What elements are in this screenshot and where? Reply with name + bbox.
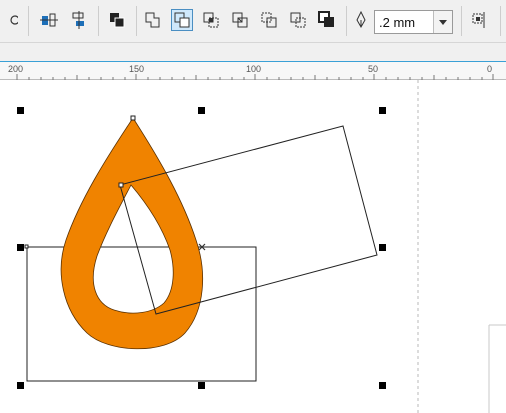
back-minus-front-icon[interactable] <box>287 9 309 31</box>
outline-width-value[interactable]: .2 mm <box>379 15 415 30</box>
drawing-canvas[interactable] <box>0 80 506 413</box>
to-back-icon[interactable] <box>106 9 128 31</box>
orange-droplet-shape[interactable] <box>60 117 204 350</box>
node-handle[interactable] <box>130 115 136 121</box>
selection-handle-bottom-left[interactable] <box>17 382 24 389</box>
ruler-label: 200 <box>8 64 24 74</box>
selection-handle-top[interactable] <box>198 107 205 114</box>
ruler-label: 100 <box>246 64 262 74</box>
selection-handle-left[interactable] <box>17 244 24 251</box>
align-distribute-icon[interactable] <box>469 9 491 31</box>
outline-width-combobox[interactable]: .2 mm <box>374 10 453 34</box>
selection-handle-bottom-right[interactable] <box>379 382 386 389</box>
horizontal-ruler[interactable]: 200 150 100 50 0 <box>0 61 506 80</box>
toolbar-separator <box>28 6 29 36</box>
selection-handle-top-left[interactable] <box>17 107 24 114</box>
ruler-label: 150 <box>129 64 145 74</box>
ellipse-tool-icon[interactable] <box>4 9 18 31</box>
toolbar-separator <box>136 6 137 36</box>
align-icon[interactable] <box>38 9 60 31</box>
boundary-icon[interactable] <box>316 9 338 31</box>
selection-handle-right[interactable] <box>379 244 386 251</box>
weld-icon[interactable] <box>142 9 164 31</box>
intersect-icon[interactable] <box>200 9 222 31</box>
front-minus-back-icon[interactable] <box>258 9 280 31</box>
toolbar-separator <box>98 6 99 36</box>
distribute-icon[interactable] <box>68 9 90 31</box>
toolbar-separator <box>500 6 501 36</box>
selection-handle-bottom[interactable] <box>198 382 205 389</box>
page-shadow-edge <box>488 324 506 413</box>
toolbar-spacer <box>0 43 506 61</box>
ruler-label: 0 <box>487 64 493 74</box>
toolbar-separator <box>346 6 347 36</box>
node-handle[interactable] <box>24 244 29 249</box>
simplify-icon[interactable] <box>229 9 251 31</box>
node-handle[interactable] <box>118 182 124 188</box>
toolbar-separator <box>461 6 462 36</box>
pen-nib-icon[interactable] <box>352 9 370 31</box>
ruler-label: 50 <box>368 64 379 74</box>
property-toolbar: .2 mm <box>0 0 506 43</box>
chevron-down-icon[interactable] <box>433 11 452 33</box>
trim-icon[interactable] <box>171 9 193 31</box>
selection-handle-top-right[interactable] <box>379 107 386 114</box>
